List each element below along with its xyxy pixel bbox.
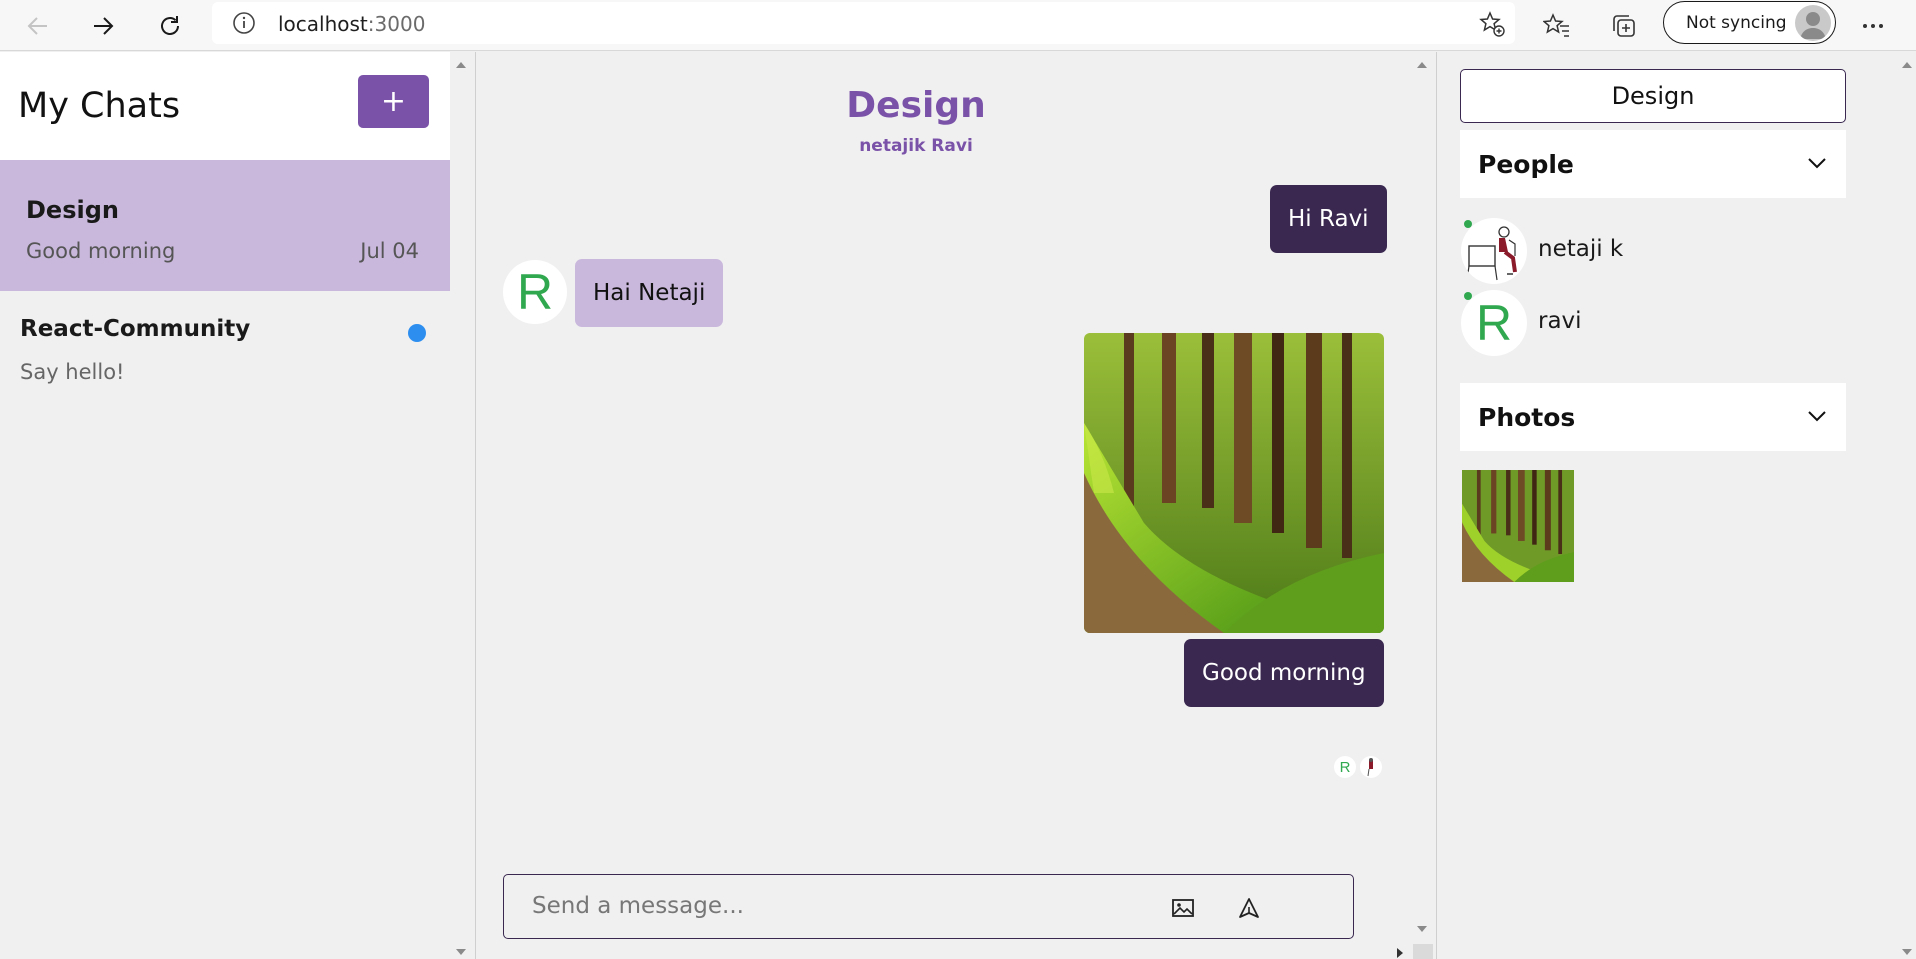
url-text: localhost:3000	[278, 12, 425, 36]
avatar: R	[1461, 290, 1527, 356]
conversation-scrollbar[interactable]	[1415, 52, 1430, 944]
details-scrollbar[interactable]	[1900, 52, 1915, 959]
my-chats-title: My Chats	[18, 86, 181, 126]
conversation-panel: Design netajik Ravi Hi Ravi R Hai Netaji…	[476, 52, 1436, 959]
scrollbar-corner	[1413, 944, 1433, 959]
scroll-up-arrow[interactable]	[1417, 62, 1427, 68]
chat-name: Design	[26, 196, 119, 224]
horizontal-scroll-right-arrow[interactable]	[1397, 948, 1403, 958]
back-icon[interactable]	[18, 6, 58, 46]
refresh-icon[interactable]	[150, 6, 190, 46]
more-options-icon[interactable]	[1853, 6, 1893, 46]
person-item[interactable]: netaji k	[1461, 218, 1841, 284]
chat-list-scrollbar[interactable]	[454, 52, 469, 959]
message-image[interactable]	[1084, 333, 1384, 633]
chat-name: React-Community	[20, 316, 251, 342]
chat-list-panel: My Chats + Design Good morning Jul 04 Re…	[0, 52, 450, 959]
chat-preview: Say hello!	[20, 360, 125, 384]
chevron-down-icon	[1808, 411, 1826, 422]
online-indicator	[1464, 292, 1472, 300]
message-bubble-out: Good morning	[1184, 639, 1384, 707]
sender-avatar: R	[503, 260, 567, 324]
person-name: netaji k	[1538, 236, 1624, 262]
profile-avatar-icon	[1795, 5, 1831, 41]
chat-preview: Good morning	[26, 239, 176, 263]
read-receipt-netaji	[1360, 756, 1382, 778]
address-bar[interactable]: localhost:3000	[212, 2, 1515, 44]
message-bubble-out: Hi Ravi	[1270, 185, 1387, 253]
people-section-header[interactable]: People	[1460, 130, 1846, 198]
collections-icon[interactable]	[1604, 6, 1644, 46]
person-item[interactable]: R ravi	[1461, 290, 1841, 356]
scroll-down-arrow[interactable]	[1902, 949, 1912, 955]
url-port: :3000	[367, 12, 426, 36]
conversation-members: netajik Ravi	[859, 136, 973, 156]
url-host: localhost	[278, 12, 368, 36]
online-indicator	[1464, 220, 1472, 228]
conversation-title: Design	[846, 85, 986, 126]
photos-title: Photos	[1478, 403, 1576, 432]
scroll-up-arrow[interactable]	[456, 62, 466, 68]
people-title: People	[1478, 150, 1574, 179]
send-icon[interactable]	[1235, 895, 1263, 921]
site-info-icon[interactable]	[232, 11, 256, 35]
message-bubble-in: Hai Netaji	[575, 259, 724, 327]
details-panel: Design People netaji k R ravi Photos	[1437, 52, 1916, 959]
read-receipt-ravi: R	[1334, 756, 1356, 778]
message-input-placeholder: Send a message...	[532, 893, 744, 919]
scroll-down-arrow[interactable]	[1417, 926, 1427, 932]
forward-icon[interactable]	[83, 6, 123, 46]
unread-indicator	[408, 324, 426, 342]
chat-item-design[interactable]: Design Good morning Jul 04	[0, 160, 450, 291]
person-name: ravi	[1538, 308, 1582, 334]
profile-sync-button[interactable]: Not syncing	[1663, 1, 1836, 44]
chat-list-header: My Chats +	[0, 52, 450, 160]
photo-thumbnail[interactable]	[1462, 470, 1574, 582]
chevron-down-icon	[1808, 158, 1826, 169]
group-name-button[interactable]: Design	[1460, 69, 1846, 123]
message-input[interactable]: Send a message...	[503, 874, 1354, 939]
image-upload-icon[interactable]	[1169, 895, 1197, 921]
scroll-down-arrow[interactable]	[456, 949, 466, 955]
chat-date: Jul 04	[360, 239, 419, 263]
add-favorite-icon[interactable]	[1479, 11, 1505, 37]
favorites-icon[interactable]	[1537, 6, 1577, 46]
browser-toolbar: localhost:3000 Not syncing	[0, 0, 1916, 51]
new-group-button[interactable]: +	[358, 75, 429, 128]
scroll-up-arrow[interactable]	[1902, 62, 1912, 68]
avatar	[1461, 218, 1527, 284]
sync-label: Not syncing	[1686, 13, 1787, 33]
photos-section-header[interactable]: Photos	[1460, 383, 1846, 451]
